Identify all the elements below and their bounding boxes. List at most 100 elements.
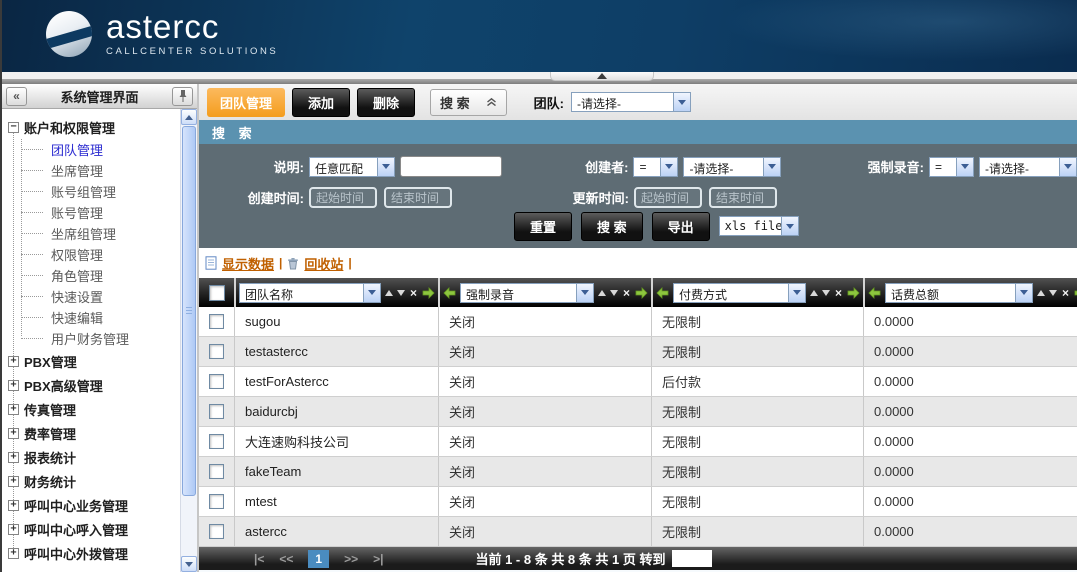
sort-asc-icon[interactable] — [385, 290, 393, 296]
create-end-time-input[interactable] — [384, 187, 452, 208]
sort-asc-icon[interactable] — [598, 290, 606, 296]
export-button[interactable]: 导出 — [652, 212, 710, 241]
desc-input[interactable] — [400, 156, 502, 177]
goto-page-input[interactable] — [672, 550, 712, 567]
sidebar-group-pbx-advanced[interactable]: + PBX高级管理 — [8, 373, 180, 397]
row-checkbox[interactable] — [209, 494, 224, 509]
table-row: astercc 关闭 无限制 0.0000 — [199, 517, 1077, 547]
sidebar-group-callcenter-inbound[interactable]: + 呼叫中心呼入管理 — [8, 517, 180, 541]
sort-desc-icon[interactable] — [610, 290, 618, 296]
current-page-badge[interactable]: 1 — [308, 550, 329, 568]
sort-asc-icon[interactable] — [1037, 290, 1045, 296]
delete-button[interactable]: 删除 — [357, 88, 415, 117]
move-column-right-icon[interactable] — [847, 287, 860, 299]
sidebar-pin-button[interactable] — [172, 87, 193, 106]
search-button[interactable]: 搜 索 — [581, 212, 643, 241]
scrollbar-down-button[interactable] — [181, 556, 197, 572]
recycle-bin-link[interactable]: 回收站 — [304, 254, 343, 273]
update-end-time-input[interactable] — [709, 187, 777, 208]
last-page-button[interactable]: >| — [373, 552, 383, 566]
tree-expand-icon[interactable]: + — [8, 404, 19, 415]
remove-column-icon[interactable]: × — [622, 287, 631, 299]
row-checkbox[interactable] — [209, 374, 224, 389]
add-button[interactable]: 添加 — [292, 88, 350, 117]
tree-expand-icon[interactable]: + — [8, 356, 19, 367]
row-checkbox[interactable] — [209, 464, 224, 479]
create-start-time-input[interactable] — [309, 187, 377, 208]
tree-expand-icon[interactable]: + — [8, 548, 19, 559]
move-column-right-icon[interactable] — [635, 287, 648, 299]
cell-force-record: 关闭 — [438, 367, 651, 396]
tree-collapse-icon[interactable]: − — [8, 122, 19, 133]
tree-expand-icon[interactable]: + — [8, 428, 19, 439]
creator-operator-select[interactable]: = — [633, 157, 678, 177]
sidebar-scrollbar[interactable] — [180, 109, 197, 572]
tree-expand-icon[interactable]: + — [8, 500, 19, 511]
creator-select[interactable]: -请选择- — [683, 157, 781, 177]
sidebar-collapse-button[interactable]: « — [6, 87, 27, 106]
sidebar-item-team-management[interactable]: 团队管理 — [8, 139, 180, 160]
force-record-operator-select[interactable]: = — [929, 157, 974, 177]
sidebar-item-agent-management[interactable]: 坐席管理 — [8, 160, 180, 181]
row-checkbox[interactable] — [209, 314, 224, 329]
sidebar-group-callcenter-business[interactable]: + 呼叫中心业务管理 — [8, 493, 180, 517]
column-select[interactable]: 付费方式 — [673, 283, 806, 303]
tree-expand-icon[interactable]: + — [8, 380, 19, 391]
sidebar-group-pbx[interactable]: + PBX管理 — [8, 349, 180, 373]
sidebar-group-fax[interactable]: + 传真管理 — [8, 397, 180, 421]
sidebar-item-quick-edit[interactable]: 快速编辑 — [8, 307, 180, 328]
column-select[interactable]: 强制录音 — [460, 283, 594, 303]
search-toggle-button[interactable]: 搜 索 — [430, 89, 507, 116]
move-column-left-icon[interactable] — [443, 287, 456, 299]
row-checkbox[interactable] — [209, 344, 224, 359]
move-column-left-icon[interactable] — [656, 287, 669, 299]
scrollbar-track[interactable] — [181, 497, 197, 556]
remove-column-icon[interactable]: × — [1061, 287, 1070, 299]
sidebar-item-quick-setup[interactable]: 快速设置 — [8, 286, 180, 307]
search-section-header[interactable]: 搜 索 — [199, 120, 1077, 144]
force-record-select[interactable]: -请选择- — [979, 157, 1077, 177]
sidebar-group-finance-stats[interactable]: + 财务统计 — [8, 469, 180, 493]
sidebar-group-report-stats[interactable]: + 报表统计 — [8, 445, 180, 469]
scrollbar-thumb[interactable] — [182, 126, 196, 496]
sidebar-group-account-permission[interactable]: − 账户和权限管理 — [8, 115, 180, 139]
update-start-time-input[interactable] — [634, 187, 702, 208]
team-filter-select[interactable]: -请选择- — [571, 92, 691, 112]
move-column-right-icon[interactable] — [422, 287, 435, 299]
show-data-link[interactable]: 显示数据 — [222, 254, 274, 273]
row-checkbox[interactable] — [209, 524, 224, 539]
collapse-header-handle[interactable] — [550, 72, 654, 81]
tree-expand-icon[interactable]: + — [8, 524, 19, 535]
row-checkbox[interactable] — [209, 434, 224, 449]
move-column-left-icon[interactable] — [868, 287, 881, 299]
sort-asc-icon[interactable] — [810, 290, 818, 296]
scrollbar-up-button[interactable] — [181, 109, 197, 125]
sidebar-item-agent-group-management[interactable]: 坐席组管理 — [8, 223, 180, 244]
tree-expand-icon[interactable]: + — [8, 476, 19, 487]
next-page-button[interactable]: >> — [344, 552, 358, 566]
sort-desc-icon[interactable] — [822, 290, 830, 296]
sort-desc-icon[interactable] — [1049, 290, 1057, 296]
column-select[interactable]: 话费总额 — [885, 283, 1033, 303]
sort-desc-icon[interactable] — [397, 290, 405, 296]
prev-page-button[interactable]: << — [279, 552, 293, 566]
sidebar-item-role-management[interactable]: 角色管理 — [8, 265, 180, 286]
sidebar-item-account-group-management[interactable]: 账号组管理 — [8, 181, 180, 202]
cell-fee-total: 0.0000 — [863, 517, 1077, 546]
select-all-checkbox[interactable] — [209, 285, 225, 301]
sidebar-item-account-management[interactable]: 账号管理 — [8, 202, 180, 223]
module-tab-team-management[interactable]: 团队管理 — [207, 88, 285, 117]
sidebar-item-user-finance-management[interactable]: 用户财务管理 — [8, 328, 180, 349]
sidebar-group-rate[interactable]: + 费率管理 — [8, 421, 180, 445]
row-checkbox[interactable] — [209, 404, 224, 419]
tree-expand-icon[interactable]: + — [8, 452, 19, 463]
sidebar-group-callcenter-outbound[interactable]: + 呼叫中心外拨管理 — [8, 541, 180, 565]
remove-column-icon[interactable]: × — [409, 287, 418, 299]
column-select[interactable]: 团队名称 — [239, 283, 381, 303]
sidebar-item-permission-management[interactable]: 权限管理 — [8, 244, 180, 265]
reset-button[interactable]: 重置 — [514, 212, 572, 241]
match-mode-select[interactable]: 任意匹配 — [309, 157, 395, 177]
remove-column-icon[interactable]: × — [834, 287, 843, 299]
export-format-select[interactable]: xls file — [719, 216, 799, 236]
first-page-button[interactable]: |< — [254, 552, 264, 566]
